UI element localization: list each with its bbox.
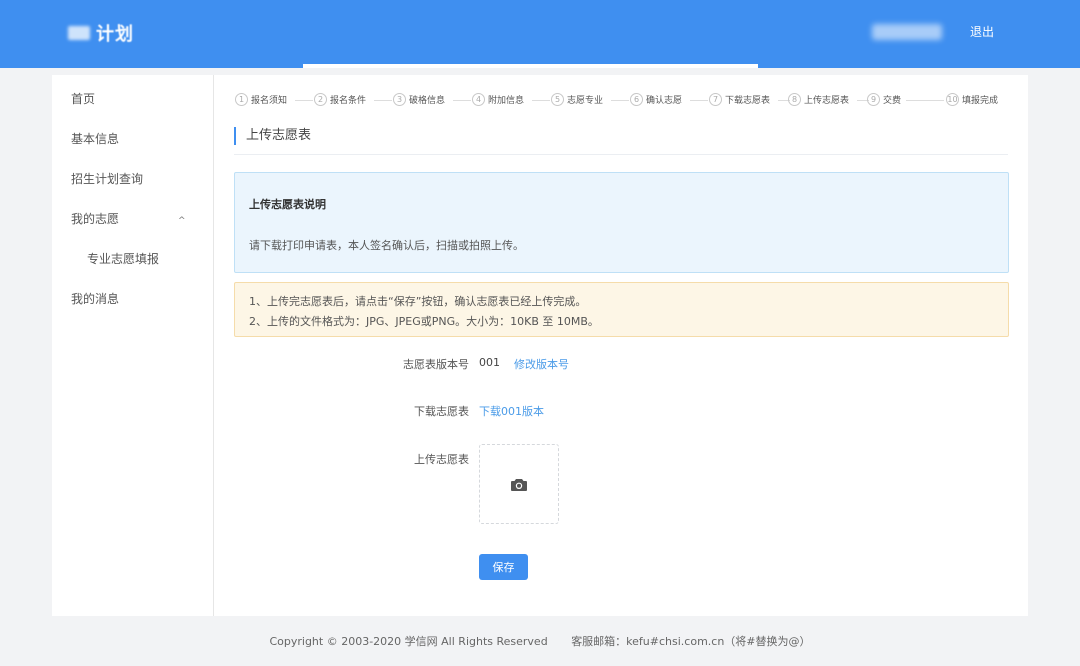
sidebar-item-major-application[interactable]: 专业志愿填报: [87, 250, 159, 267]
sidebar: 首页 基本信息 招生计划查询 我的志愿 ^ 专业志愿填报 我的消息: [52, 75, 214, 616]
step-10: 10 填报完成: [946, 93, 998, 106]
step-connector: [295, 100, 313, 101]
sidebar-item-basic-info[interactable]: 基本信息: [71, 130, 119, 147]
sidebar-item-home[interactable]: 首页: [71, 90, 95, 107]
step-number: 4: [472, 93, 485, 106]
step-connector: [611, 100, 629, 101]
version-value: 001: [479, 356, 500, 369]
step-9: 9 交费: [867, 93, 901, 106]
step-number: 8: [788, 93, 801, 106]
step-number: 5: [551, 93, 564, 106]
step-5: 5 志愿专业: [551, 93, 603, 106]
step-number: 10: [946, 93, 959, 106]
step-8: 8 上传志愿表: [788, 93, 849, 106]
step-label: 确认志愿: [646, 96, 683, 106]
progress-steps: 1 报名须知 2 报名条件 3 破格信息 4 附加信息 5 志愿专业 6 确认志愿 7 下载志…: [235, 93, 1005, 107]
step-7: 7 下载志愿表: [709, 93, 770, 106]
step-label: 破格信息: [409, 96, 446, 106]
upload-label: 上传志愿表: [414, 453, 469, 466]
main-content: 1 报名须知 2 报名条件 3 破格信息 4 附加信息 5 志愿专业 6 确认志愿 7 下载志…: [215, 75, 1028, 616]
step-connector: [906, 100, 944, 101]
step-connector: [532, 100, 550, 101]
download-version-link[interactable]: 下载001版本: [479, 403, 544, 419]
logo-text: 计划: [96, 24, 134, 45]
top-header: 计划 退出: [0, 0, 1080, 68]
divider: [234, 154, 1008, 155]
footer: Copyright © 2003-2020 学信网 All Rights Res…: [0, 633, 1080, 649]
step-4: 4 附加信息: [472, 93, 524, 106]
version-label: 志愿表版本号: [403, 358, 469, 371]
sidebar-item-enrollment-plan[interactable]: 招生计划查询: [71, 170, 143, 187]
image-upload-box[interactable]: [479, 444, 559, 524]
step-label: 报名条件: [330, 96, 367, 106]
chevron-up-icon[interactable]: ^: [178, 216, 186, 226]
sidebar-item-my-applications[interactable]: 我的志愿: [71, 210, 119, 227]
step-connector: [690, 100, 708, 101]
content-card: 首页 基本信息 招生计划查询 我的志愿 ^ 专业志愿填报 我的消息 1 报名须知 …: [52, 75, 1028, 616]
page-title: 上传志愿表: [234, 127, 311, 145]
step-number: 7: [709, 93, 722, 106]
step-number: 2: [314, 93, 327, 106]
site-logo[interactable]: 计划: [68, 20, 134, 46]
step-label: 填报完成: [962, 96, 999, 106]
download-label: 下载志愿表: [414, 405, 469, 418]
support-email: 客服邮箱：kefu#chsi.com.cn（将#替换为@）: [571, 635, 811, 648]
logo-mark: [68, 26, 90, 40]
step-label: 志愿专业: [567, 96, 604, 106]
step-2: 2 报名条件: [314, 93, 366, 106]
edit-version-link[interactable]: 修改版本号: [514, 356, 569, 372]
instructions-panel: 上传志愿表说明 请下载打印申请表，本人签名确认后，扫描或拍照上传。: [234, 172, 1009, 273]
notice-line: 1、上传完志愿表后，请点击“保存”按钮，确认志愿表已经上传完成。: [249, 295, 587, 308]
step-label: 交费: [883, 96, 902, 106]
save-button[interactable]: 保存: [479, 554, 528, 580]
step-connector: [374, 100, 392, 101]
step-1: 1 报名须知: [235, 93, 287, 106]
notice-line: 2、上传的文件格式为：JPG、JPEG或PNG。大小为：10KB 至 10MB。: [249, 315, 599, 328]
instructions-text: 请下载打印申请表，本人签名确认后，扫描或拍照上传。: [249, 239, 524, 252]
step-label: 上传志愿表: [804, 96, 850, 106]
step-3: 3 破格信息: [393, 93, 445, 106]
camera-icon: [511, 478, 527, 491]
header-underline: [303, 64, 758, 68]
step-label: 下载志愿表: [725, 96, 771, 106]
step-label: 附加信息: [488, 96, 525, 106]
step-6: 6 确认志愿: [630, 93, 682, 106]
step-number: 6: [630, 93, 643, 106]
sidebar-item-messages[interactable]: 我的消息: [71, 290, 119, 307]
instructions-title: 上传志愿表说明: [249, 198, 326, 211]
step-connector: [453, 100, 471, 101]
step-number: 3: [393, 93, 406, 106]
copyright-text: Copyright © 2003-2020 学信网 All Rights Res…: [269, 635, 548, 648]
notice-panel: 1、上传完志愿表后，请点击“保存”按钮，确认志愿表已经上传完成。 2、上传的文件…: [234, 282, 1009, 337]
user-name: [872, 24, 942, 40]
step-label: 报名须知: [251, 96, 288, 106]
logout-link[interactable]: 退出: [970, 23, 994, 40]
step-number: 1: [235, 93, 248, 106]
step-number: 9: [867, 93, 880, 106]
